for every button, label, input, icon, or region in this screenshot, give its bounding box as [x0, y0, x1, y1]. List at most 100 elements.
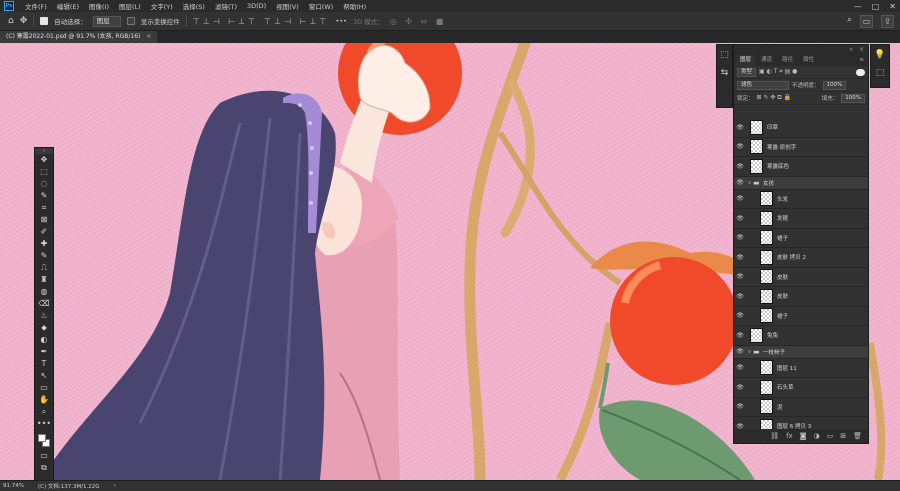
zoom-tool-icon[interactable]: ⌕: [35, 406, 53, 418]
filter-kind-icons[interactable]: ▣ ◐ T ⌗ ▤ ●: [759, 68, 797, 76]
rectangle-tool-icon[interactable]: ▭: [35, 382, 53, 394]
color-swatches[interactable]: [35, 432, 53, 450]
move-tool-icon[interactable]: ✥: [35, 154, 53, 166]
healing-brush-tool-icon[interactable]: ✚: [35, 238, 53, 250]
align-buttons-icon[interactable]: ⊤⊥⊣ ⊢⊥⊤: [193, 17, 258, 26]
close-panel-button[interactable]: ×: [859, 45, 864, 55]
layer-group-row[interactable]: 👁 ∨ ▬ 女孩: [734, 176, 868, 190]
layer-row[interactable]: 👁 皮肤 拷贝 2: [734, 248, 868, 268]
path-selection-tool-icon[interactable]: ↖: [35, 370, 53, 382]
visibility-eye-icon[interactable]: 👁: [734, 143, 746, 150]
delete-layer-icon[interactable]: 🗑: [853, 432, 862, 440]
tab-channels[interactable]: 通道: [757, 55, 776, 66]
new-group-icon[interactable]: ▭: [827, 432, 834, 440]
layer-row[interactable]: 👁 皮肤: [734, 287, 868, 307]
visibility-eye-icon[interactable]: 👁: [734, 234, 746, 241]
lock-icons[interactable]: ⊠ ✎ ✥ ⧉ 🔒: [757, 94, 791, 102]
layer-row[interactable]: 👁 头发: [734, 189, 868, 209]
layer-group-row[interactable]: 👁 ∨ ▬ 一枝柿子: [734, 345, 868, 359]
blend-mode-dropdown[interactable]: 滤色: [737, 80, 789, 90]
group-expand-chevron-icon[interactable]: ∨: [746, 349, 753, 355]
group-expand-chevron-icon[interactable]: ∨: [746, 180, 753, 186]
marquee-tool-icon[interactable]: ⬚: [35, 166, 53, 178]
crop-tool-icon[interactable]: ⌗: [35, 202, 53, 214]
visibility-eye-icon[interactable]: 👁: [734, 179, 746, 186]
collapse-panel-button[interactable]: «: [849, 45, 853, 55]
libraries-panel-icon[interactable]: ⬚: [871, 66, 889, 81]
move-tool-icon[interactable]: ✥: [20, 16, 28, 26]
filter-type-dropdown[interactable]: 类型: [737, 67, 757, 77]
dodge-tool-icon[interactable]: ⬥: [35, 322, 53, 334]
brush-tool-icon[interactable]: ✎: [35, 250, 53, 262]
maximize-button[interactable]: □: [872, 2, 880, 11]
more-options-button[interactable]: •••: [335, 17, 347, 25]
visibility-eye-icon[interactable]: 👁: [734, 312, 746, 319]
layer-row[interactable]: 👁 皮肤: [734, 267, 868, 287]
pen-tool-icon[interactable]: ✒: [35, 346, 53, 358]
menu-filter[interactable]: 滤镜(T): [210, 1, 242, 11]
menu-window[interactable]: 窗口(W): [304, 1, 339, 11]
visibility-eye-icon[interactable]: 👁: [734, 124, 746, 131]
layer-row[interactable]: 👁 兔兔: [734, 326, 868, 346]
distribute-buttons-icon[interactable]: ⊤⊥⊣ ⊢⊥⊤: [264, 17, 329, 26]
menu-image[interactable]: 图像(I): [84, 1, 114, 11]
close-window-button[interactable]: ✕: [889, 2, 896, 11]
history-panel-icon[interactable]: ⬚: [717, 48, 732, 63]
paint-bucket-tool-icon[interactable]: ⌫: [35, 298, 53, 310]
layer-row[interactable]: 👁 图层 6 拷贝 3: [734, 417, 868, 429]
add-mask-icon[interactable]: ◙: [800, 432, 807, 440]
show-transform-checkbox[interactable]: [126, 17, 135, 25]
visibility-eye-icon[interactable]: 👁: [734, 163, 746, 170]
eyedropper-tool-icon[interactable]: ✐: [35, 226, 53, 238]
layer-row[interactable]: 👁 石头草: [734, 378, 868, 398]
visibility-eye-icon[interactable]: 👁: [734, 332, 746, 339]
layer-row[interactable]: 👁 发箍: [734, 209, 868, 229]
menu-view[interactable]: 视图(V): [271, 1, 304, 11]
quick-mask-icon[interactable]: ▭: [35, 450, 53, 462]
visibility-eye-icon[interactable]: 👁: [734, 215, 746, 222]
menu-help[interactable]: 帮助(H): [338, 1, 371, 11]
visibility-eye-icon[interactable]: 👁: [734, 273, 746, 280]
visibility-eye-icon[interactable]: 👁: [734, 403, 746, 410]
workspace-icon[interactable]: ▭: [860, 15, 873, 28]
menu-select[interactable]: 选择(S): [178, 1, 210, 11]
eraser-tool-icon[interactable]: ◍: [35, 286, 53, 298]
visibility-eye-icon[interactable]: 👁: [734, 293, 746, 300]
layer-row[interactable]: 👁 图层 11: [734, 358, 868, 378]
auto-select-dropdown[interactable]: 图层: [92, 15, 121, 27]
tab-paths[interactable]: 路径: [778, 55, 797, 66]
canvas-area[interactable]: » ✥ ⬚ ◌ ✎ ⌗ ⊠ ✐ ✚ ✎ ⎍ ♜ ◍ ⌫ ♨ ⬥ ◐ ✒ T ↖ …: [0, 43, 900, 480]
burn-tool-icon[interactable]: ◐: [35, 334, 53, 346]
filter-toggle[interactable]: [856, 68, 865, 76]
swap-panel-icon[interactable]: ⇆: [717, 66, 732, 81]
layer-row[interactable]: 👁 裙子: [734, 306, 868, 326]
visibility-eye-icon[interactable]: 👁: [734, 195, 746, 202]
layer-row[interactable]: 👁 裙子: [734, 228, 868, 248]
visibility-eye-icon[interactable]: 👁: [734, 364, 746, 371]
auto-select-checkbox[interactable]: [40, 17, 49, 25]
layer-row[interactable]: 👁 泥: [734, 397, 868, 417]
share-icon[interactable]: ⇪: [881, 15, 894, 28]
layer-row[interactable]: 👁 印章: [734, 118, 868, 138]
menu-edit[interactable]: 编辑(E): [52, 1, 84, 11]
foreground-color-swatch[interactable]: [38, 434, 46, 442]
visibility-eye-icon[interactable]: 👁: [734, 348, 746, 355]
document-tab[interactable]: (C) 寒露2022-01.psd @ 91.7% (女孩, RGB/16) ×: [0, 31, 158, 43]
status-menu-chevron-icon[interactable]: ›: [114, 483, 116, 489]
history-brush-tool-icon[interactable]: ♜: [35, 274, 53, 286]
layer-style-icon[interactable]: fx: [786, 432, 793, 440]
tab-properties[interactable]: 属性: [799, 55, 818, 66]
hand-tool-icon[interactable]: ✋: [35, 394, 53, 406]
menu-type[interactable]: 文字(Y): [146, 1, 178, 11]
smudge-tool-icon[interactable]: ♨: [35, 310, 53, 322]
lasso-tool-icon[interactable]: ◌: [35, 178, 53, 190]
menu-layer[interactable]: 图层(L): [114, 1, 146, 11]
link-layers-icon[interactable]: ⛓: [770, 432, 779, 440]
layer-row[interactable]: 👁 寒露底色: [734, 157, 868, 177]
close-tab-icon[interactable]: ×: [146, 33, 151, 40]
learn-panel-icon[interactable]: 💡: [871, 48, 889, 63]
frame-tool-icon[interactable]: ⊠: [35, 214, 53, 226]
home-icon[interactable]: ⌂: [8, 16, 14, 26]
fill-field[interactable]: 100%: [841, 93, 865, 103]
type-tool-icon[interactable]: T: [35, 358, 53, 370]
